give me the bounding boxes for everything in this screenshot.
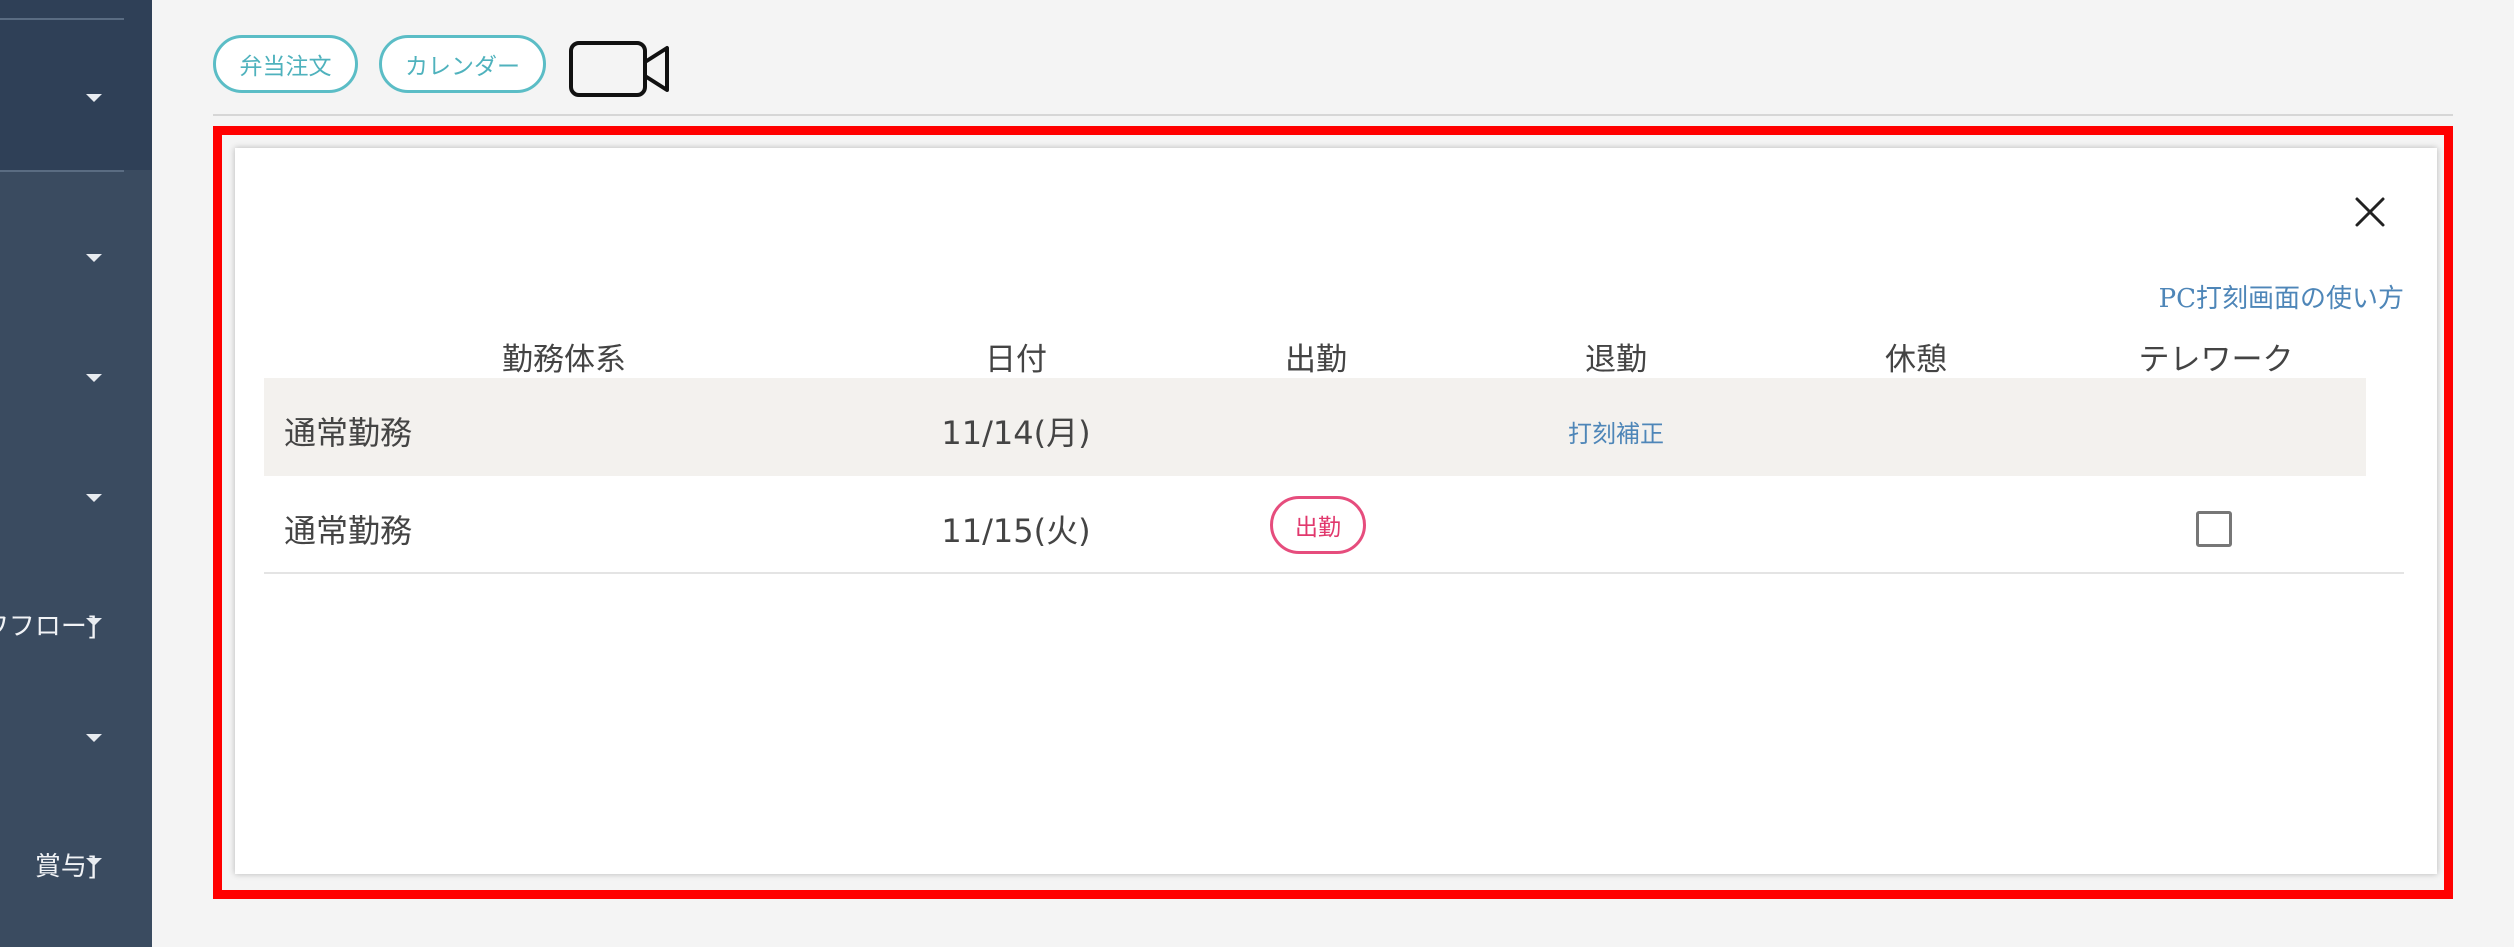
sidebar: ワフロー] 賞与] xyxy=(0,0,152,947)
sidebar-divider xyxy=(0,18,124,20)
caret-down-icon xyxy=(86,618,102,626)
sidebar-item-bonus[interactable]: 賞与] xyxy=(0,834,152,894)
highlight-frame xyxy=(213,126,2453,899)
sidebar-item-workflow[interactable]: ワフロー] xyxy=(0,594,152,654)
sidebar-item-label: ワフロー] xyxy=(0,612,97,642)
bento-order-button[interactable]: 弁当注文 xyxy=(213,35,358,93)
caret-down-icon xyxy=(86,494,102,502)
sidebar-item-3[interactable] xyxy=(0,350,152,410)
caret-down-icon xyxy=(86,254,102,262)
toolbar-divider xyxy=(213,114,2453,116)
caret-down-icon xyxy=(86,374,102,382)
caret-down-icon xyxy=(86,734,102,742)
caret-down-icon xyxy=(86,858,102,866)
sidebar-divider xyxy=(0,170,124,172)
sidebar-item-2[interactable] xyxy=(0,230,152,290)
sidebar-item-1[interactable] xyxy=(0,70,152,130)
calendar-button[interactable]: カレンダー xyxy=(379,35,546,93)
video-camera-icon[interactable] xyxy=(568,40,672,98)
sidebar-item-4[interactable] xyxy=(0,470,152,530)
sidebar-item-6[interactable] xyxy=(0,710,152,770)
caret-down-icon xyxy=(86,94,102,102)
